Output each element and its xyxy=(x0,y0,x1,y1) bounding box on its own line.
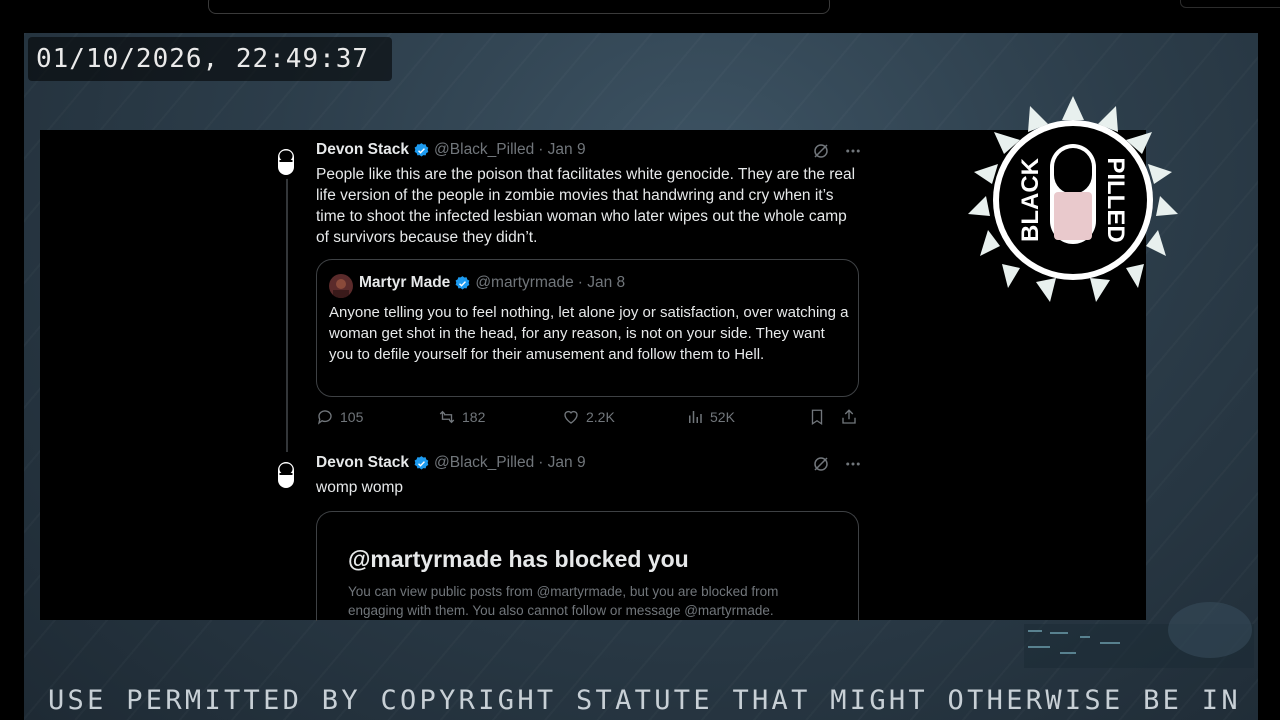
tweet1-text: People like this are the poison that fac… xyxy=(316,166,856,246)
verified-badge-icon xyxy=(455,275,470,290)
tweet2-top-icons xyxy=(812,455,862,473)
heart-icon xyxy=(564,410,578,424)
blocked-body: You can view public posts from @martyrma… xyxy=(348,584,779,618)
tweet1-handle[interactable]: @Black_Pilled xyxy=(434,141,534,159)
tweet1-header: Devon Stack @Black_Pilled · Jan 9 xyxy=(316,141,586,159)
like-count: 2.2K xyxy=(586,409,615,425)
more-options-icon[interactable] xyxy=(844,455,862,473)
tweet1-author-name[interactable]: Devon Stack xyxy=(316,141,409,159)
avatar-image-icon xyxy=(333,279,349,298)
quoted-tweet-text: Anyone telling you to feel nothing, let … xyxy=(329,304,849,363)
reply-button[interactable]: 105 xyxy=(316,408,363,426)
verified-badge-icon xyxy=(414,455,429,470)
bookmark-icon xyxy=(811,409,823,426)
more-options-icon[interactable] xyxy=(844,142,862,160)
logo-word-black: BLACK xyxy=(1017,157,1044,242)
tweet1-top-icons xyxy=(812,142,862,160)
devon-stack-avatar[interactable] xyxy=(269,145,303,179)
tweet2-handle[interactable]: @Black_Pilled xyxy=(434,454,534,472)
tweet2-date[interactable]: · Jan 9 xyxy=(538,454,585,472)
thread-connector-line xyxy=(286,176,288,452)
reply-icon xyxy=(317,410,332,425)
tweet2-author-name[interactable]: Devon Stack xyxy=(316,454,409,472)
quoted-tweet-card[interactable]: Martyr Made @martyrmade · Jan 8 Anyone t… xyxy=(316,259,859,397)
repost-icon xyxy=(439,410,455,424)
repost-count: 182 xyxy=(462,409,486,425)
tweet2-text: womp womp xyxy=(316,479,403,496)
verified-badge-icon xyxy=(414,142,429,157)
tweet2-header: Devon Stack @Black_Pilled · Jan 9 xyxy=(316,454,586,472)
quoted-handle[interactable]: @martyrmade xyxy=(475,274,573,292)
view-count: 52K xyxy=(710,409,735,425)
devon-stack-avatar-2[interactable] xyxy=(269,458,303,492)
video-timestamp: 01/10/2026, 22:49:37 xyxy=(28,37,392,81)
blocked-title: @martyrmade has blocked you xyxy=(348,546,689,572)
analytics-icon xyxy=(689,411,702,423)
grok-icon[interactable] xyxy=(812,142,830,160)
like-button[interactable]: 2.2K xyxy=(562,408,615,426)
share-button[interactable] xyxy=(840,408,858,426)
martyr-made-avatar[interactable] xyxy=(329,274,353,298)
bookmark-button[interactable] xyxy=(808,408,826,426)
black-pilled-logo: BLACK PILLED xyxy=(968,96,1178,302)
quoted-tweet-header: Martyr Made @martyrmade · Jan 8 xyxy=(359,274,625,292)
views-button[interactable]: 52K xyxy=(686,408,735,426)
logo-word-pilled: PILLED xyxy=(1102,157,1129,242)
reply-count: 105 xyxy=(340,409,364,425)
tweet1-date[interactable]: · Jan 9 xyxy=(538,141,585,159)
quoted-date[interactable]: · Jan 8 xyxy=(578,274,625,292)
black-pill-logo-icon xyxy=(278,149,294,175)
tweet1-actions-bar: 105 182 2.2K 52K xyxy=(316,408,861,430)
repost-button[interactable]: 182 xyxy=(438,408,485,426)
browser-top-bar xyxy=(0,0,1280,33)
scrolling-disclaimer-text: USE PERMITTED BY COPYRIGHT STATUTE THAT … xyxy=(48,685,1241,716)
toolbar-button[interactable] xyxy=(1180,0,1280,8)
share-icon xyxy=(842,409,856,424)
black-pill-logo-icon xyxy=(278,462,294,488)
quoted-author-name[interactable]: Martyr Made xyxy=(359,274,450,292)
blocked-notice-card: @martyrmade has blocked you You can view… xyxy=(316,511,859,621)
address-bar[interactable] xyxy=(208,0,830,14)
grok-icon[interactable] xyxy=(812,455,830,473)
